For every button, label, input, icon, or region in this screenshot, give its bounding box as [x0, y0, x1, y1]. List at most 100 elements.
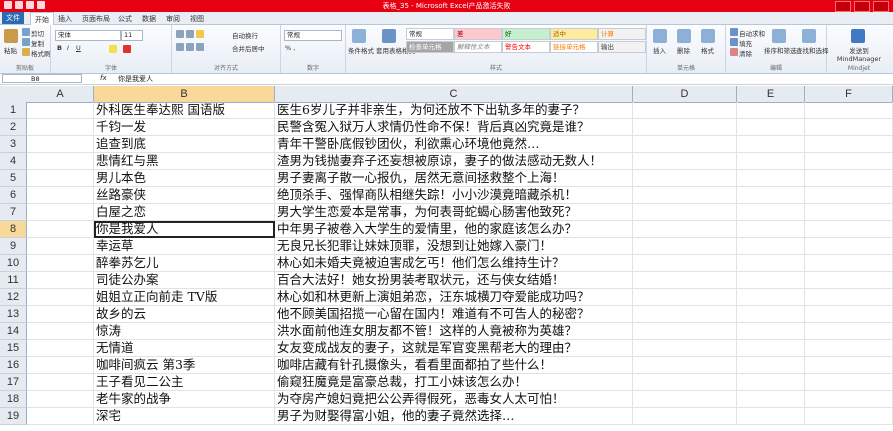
cell-f7[interactable] — [805, 204, 893, 221]
cell-d16[interactable] — [633, 357, 737, 374]
cell-c4[interactable]: 渣男为钱抛妻弃子还妄想被原谅，妻子的做法感动无数人！ — [275, 153, 633, 170]
fill-icon[interactable] — [730, 38, 738, 46]
cell-f1[interactable] — [805, 102, 893, 119]
number-format-combo[interactable]: 常规 — [284, 30, 342, 41]
row-header[interactable]: 19 — [0, 408, 27, 425]
cell-f4[interactable] — [805, 153, 893, 170]
cell-a19[interactable] — [27, 408, 94, 425]
cell-a16[interactable] — [27, 357, 94, 374]
cell-c15[interactable]: 女友变成战友的妻子，这就是军官变黑帮老大的理由？ — [275, 340, 633, 357]
cell-a8[interactable] — [27, 221, 94, 238]
cell-b18[interactable]: 老牛家的战争 — [94, 391, 275, 408]
cell-a14[interactable] — [27, 323, 94, 340]
cell-d4[interactable] — [633, 153, 737, 170]
fill-label[interactable]: 填充 — [739, 38, 752, 48]
cell-b14[interactable]: 惊涛 — [94, 323, 275, 340]
cell-b8[interactable]: 你是我爱人 — [94, 221, 275, 238]
cell-c14[interactable]: 洪水面前他连女朋友都不管！这样的人竟被称为英雄？ — [275, 323, 633, 340]
cell-c19[interactable]: 男子为财娶得富小姐，他的妻子竟然选择… — [275, 408, 633, 425]
cell-e8[interactable] — [737, 221, 805, 238]
format-painter-icon[interactable] — [22, 48, 30, 56]
minimize-button[interactable] — [835, 1, 851, 12]
mindmanager-label[interactable]: 发送到 MindManager — [829, 45, 889, 63]
cell-f2[interactable] — [805, 119, 893, 136]
style-normal[interactable]: 常规 — [406, 28, 454, 40]
cell-e1[interactable] — [737, 102, 805, 119]
find-select-label[interactable]: 查找和选择 — [796, 45, 829, 55]
cell-a18[interactable] — [27, 391, 94, 408]
cell-a10[interactable] — [27, 255, 94, 272]
sort-filter-label[interactable]: 排序和筛选 — [764, 45, 797, 55]
cell-e6[interactable] — [737, 187, 805, 204]
close-button[interactable] — [873, 1, 889, 12]
row-header[interactable]: 10 — [0, 255, 27, 272]
cell-c9[interactable]: 无良兄长犯罪让妹妹顶罪，没想到让她嫁入豪门！ — [275, 238, 633, 255]
cell-f15[interactable] — [805, 340, 893, 357]
cell-c1[interactable]: 医生6岁儿子并非亲生，为何还放不下出轨多年的妻子？ — [275, 102, 633, 119]
cut-label[interactable]: 剪切 — [31, 28, 44, 38]
cell-d2[interactable] — [633, 119, 737, 136]
mindmanager-icon[interactable] — [851, 29, 865, 43]
cell-e9[interactable] — [737, 238, 805, 255]
style-warning[interactable]: 警告文本 — [502, 41, 550, 53]
column-header-f[interactable]: F — [805, 86, 893, 102]
cell-d13[interactable] — [633, 306, 737, 323]
clear-icon[interactable] — [730, 48, 738, 56]
column-header-a[interactable]: A — [27, 86, 94, 102]
align-right-icon[interactable] — [196, 43, 204, 51]
cell-a17[interactable] — [27, 374, 94, 391]
style-output[interactable]: 输出 — [598, 41, 646, 53]
cell-e12[interactable] — [737, 289, 805, 306]
cell-c10[interactable]: 林心如未婚夫竟被迫害成乞丐！他们怎么维持生计？ — [275, 255, 633, 272]
cell-a11[interactable] — [27, 272, 94, 289]
tab-view[interactable]: 视图 — [190, 14, 204, 24]
delete-cells-icon[interactable] — [677, 29, 691, 43]
style-neutral[interactable]: 适中 — [550, 28, 598, 40]
cell-e7[interactable] — [737, 204, 805, 221]
cell-f12[interactable] — [805, 289, 893, 306]
insert-cells-icon[interactable] — [653, 29, 667, 43]
cell-c6[interactable]: 绝顶杀手、强悍商队相继失踪！小小沙漠竟暗藏杀机！ — [275, 187, 633, 204]
paste-icon[interactable] — [4, 29, 18, 43]
cell-f5[interactable] — [805, 170, 893, 187]
row-header[interactable]: 9 — [0, 238, 27, 255]
cell-c17[interactable]: 偷窥狂魔竟是富豪总裁，打工小妹该怎么办！ — [275, 374, 633, 391]
row-header[interactable]: 14 — [0, 323, 27, 340]
font-size-combo[interactable]: 11 — [121, 30, 143, 41]
cell-d19[interactable] — [633, 408, 737, 425]
row-header[interactable]: 18 — [0, 391, 27, 408]
format-cells-icon[interactable] — [701, 29, 715, 43]
cell-e15[interactable] — [737, 340, 805, 357]
cell-d15[interactable] — [633, 340, 737, 357]
cell-b15[interactable]: 无情道 — [94, 340, 275, 357]
cell-d10[interactable] — [633, 255, 737, 272]
cell-a9[interactable] — [27, 238, 94, 255]
align-middle-icon[interactable] — [186, 30, 194, 38]
cell-d9[interactable] — [633, 238, 737, 255]
cell-f10[interactable] — [805, 255, 893, 272]
cell-e14[interactable] — [737, 323, 805, 340]
cell-f13[interactable] — [805, 306, 893, 323]
percent-button[interactable]: % , — [285, 44, 295, 52]
autosum-label[interactable]: 自动求和 — [739, 28, 765, 38]
name-box[interactable]: B8 — [2, 74, 82, 83]
paste-label[interactable]: 粘贴 — [4, 45, 17, 55]
row-header[interactable]: 6 — [0, 187, 27, 204]
underline-button[interactable]: U — [76, 44, 81, 52]
cell-b9[interactable]: 幸运草 — [94, 238, 275, 255]
cell-c12[interactable]: 林心如和林更新上演姐弟恋，汪东城横刀夺爱能成功吗？ — [275, 289, 633, 306]
cell-c8[interactable]: 中年男子被卷入大学生的爱情里，他的家庭该怎么办？ — [275, 221, 633, 238]
tab-review[interactable]: 审阅 — [166, 14, 180, 24]
wrap-text-button[interactable]: 自动换行 — [232, 30, 258, 40]
cell-b2[interactable]: 千钧一发 — [94, 119, 275, 136]
cell-d8[interactable] — [633, 221, 737, 238]
cell-c18[interactable]: 为夺房产媳妇竟把公公弄得假死，恶毒女人太可怕！ — [275, 391, 633, 408]
align-left-icon[interactable] — [176, 43, 184, 51]
row-header[interactable]: 5 — [0, 170, 27, 187]
cell-b10[interactable]: 醉拳苏乞儿 — [94, 255, 275, 272]
copy-label[interactable]: 复制 — [31, 38, 44, 48]
cell-a1[interactable] — [27, 102, 94, 119]
cell-b13[interactable]: 故乡的云 — [94, 306, 275, 323]
tab-insert[interactable]: 插入 — [58, 14, 72, 24]
cell-d7[interactable] — [633, 204, 737, 221]
